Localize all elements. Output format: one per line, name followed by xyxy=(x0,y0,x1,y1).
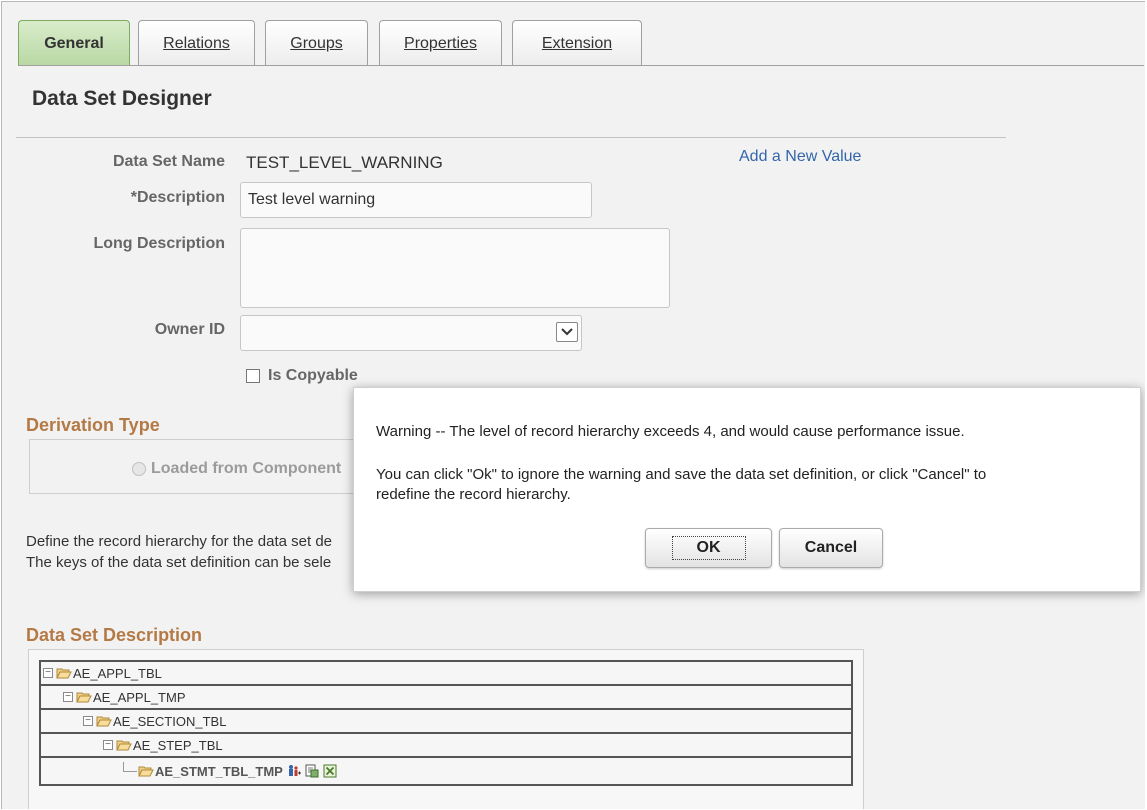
tree-node[interactable]: − AE_STEP_TBL xyxy=(41,734,851,758)
tab-properties[interactable]: Properties xyxy=(379,20,502,66)
record-hierarchy-tree: − AE_APPL_TBL − AE_APPL_TMP − AE_SECTION… xyxy=(39,660,853,786)
folder-open-icon xyxy=(138,766,154,777)
tab-extension[interactable]: Extension xyxy=(512,20,642,66)
collapse-icon[interactable]: − xyxy=(83,716,93,726)
add-new-value-link[interactable]: Add a New Value xyxy=(739,148,861,166)
chevron-down-icon[interactable] xyxy=(556,322,578,342)
tab-relations[interactable]: Relations xyxy=(138,20,255,66)
description-label: *Description xyxy=(130,189,225,206)
collapse-icon[interactable]: − xyxy=(103,740,113,750)
loaded-from-component-label: Loaded from Component xyxy=(151,460,342,477)
title-divider xyxy=(16,137,1006,138)
warning-info-line-1: You can click "Ok" to ignore the warning… xyxy=(376,466,987,483)
ok-button-label: OK xyxy=(671,536,746,560)
tree-node-label: AE_STMT_TBL_TMP xyxy=(155,763,283,779)
cancel-button[interactable]: Cancel xyxy=(779,528,883,568)
tab-groups[interactable]: Groups xyxy=(265,20,368,66)
collapse-icon[interactable]: − xyxy=(43,668,53,678)
tree-node[interactable]: − AE_SECTION_TBL xyxy=(41,710,851,734)
tree-node-label: AE_STEP_TBL xyxy=(133,737,223,753)
tree-node-label: AE_APPL_TBL xyxy=(73,665,162,681)
instruction-line-1: Define the record hierarchy for the data… xyxy=(26,533,333,550)
folder-open-icon xyxy=(76,692,92,703)
is-copyable-label: Is Copyable xyxy=(268,367,358,384)
tree-node-selected[interactable]: AE_STMT_TBL_TMP xyxy=(41,758,851,784)
tab-underline xyxy=(18,65,1144,66)
tree-connector xyxy=(123,762,137,772)
warning-info-line-2: redefine the record hierarchy. xyxy=(376,486,571,503)
tree-node[interactable]: − AE_APPL_TMP xyxy=(41,686,851,710)
warning-dialog: Warning -- The level of record hierarchy… xyxy=(353,387,1141,592)
tree-node[interactable]: − AE_APPL_TBL xyxy=(41,662,851,686)
edit-record-icon[interactable] xyxy=(305,764,319,778)
collapse-icon[interactable]: − xyxy=(63,692,73,702)
owner-id-label: Owner ID xyxy=(154,321,225,338)
tab-general[interactable]: General xyxy=(18,20,130,66)
radio-button xyxy=(132,462,146,476)
owner-id-select[interactable] xyxy=(240,315,582,351)
instruction-line-2: The keys of the data set definition can … xyxy=(26,554,332,571)
page: General Relations Groups Properties Exte… xyxy=(1,1,1145,809)
add-child-record-icon[interactable] xyxy=(287,764,301,778)
ok-button[interactable]: OK xyxy=(645,528,772,568)
data-set-name-label: Data Set Name xyxy=(112,153,225,170)
tree-container: − AE_APPL_TBL − AE_APPL_TMP − AE_SECTION… xyxy=(28,649,864,809)
description-field[interactable]: Test level warning xyxy=(240,182,592,218)
derivation-type-heading: Derivation Type xyxy=(26,415,160,435)
page-title: Data Set Designer xyxy=(32,87,212,110)
folder-open-icon xyxy=(56,668,72,679)
long-description-label: Long Description xyxy=(93,235,225,252)
tree-node-label: AE_SECTION_TBL xyxy=(113,713,227,729)
warning-message: Warning -- The level of record hierarchy… xyxy=(376,423,965,440)
data-set-description-heading: Data Set Description xyxy=(26,625,203,645)
data-set-name-value: TEST_LEVEL_WARNING xyxy=(246,153,443,172)
folder-open-icon xyxy=(116,740,132,751)
tree-node-label: AE_APPL_TMP xyxy=(93,689,186,705)
folder-open-icon xyxy=(96,716,112,727)
is-copyable-row[interactable]: Is Copyable xyxy=(246,367,358,385)
loaded-from-component-option: Loaded from Component xyxy=(132,460,341,478)
long-description-field[interactable] xyxy=(240,228,670,308)
is-copyable-checkbox[interactable] xyxy=(246,369,260,383)
delete-record-icon[interactable] xyxy=(323,764,337,778)
